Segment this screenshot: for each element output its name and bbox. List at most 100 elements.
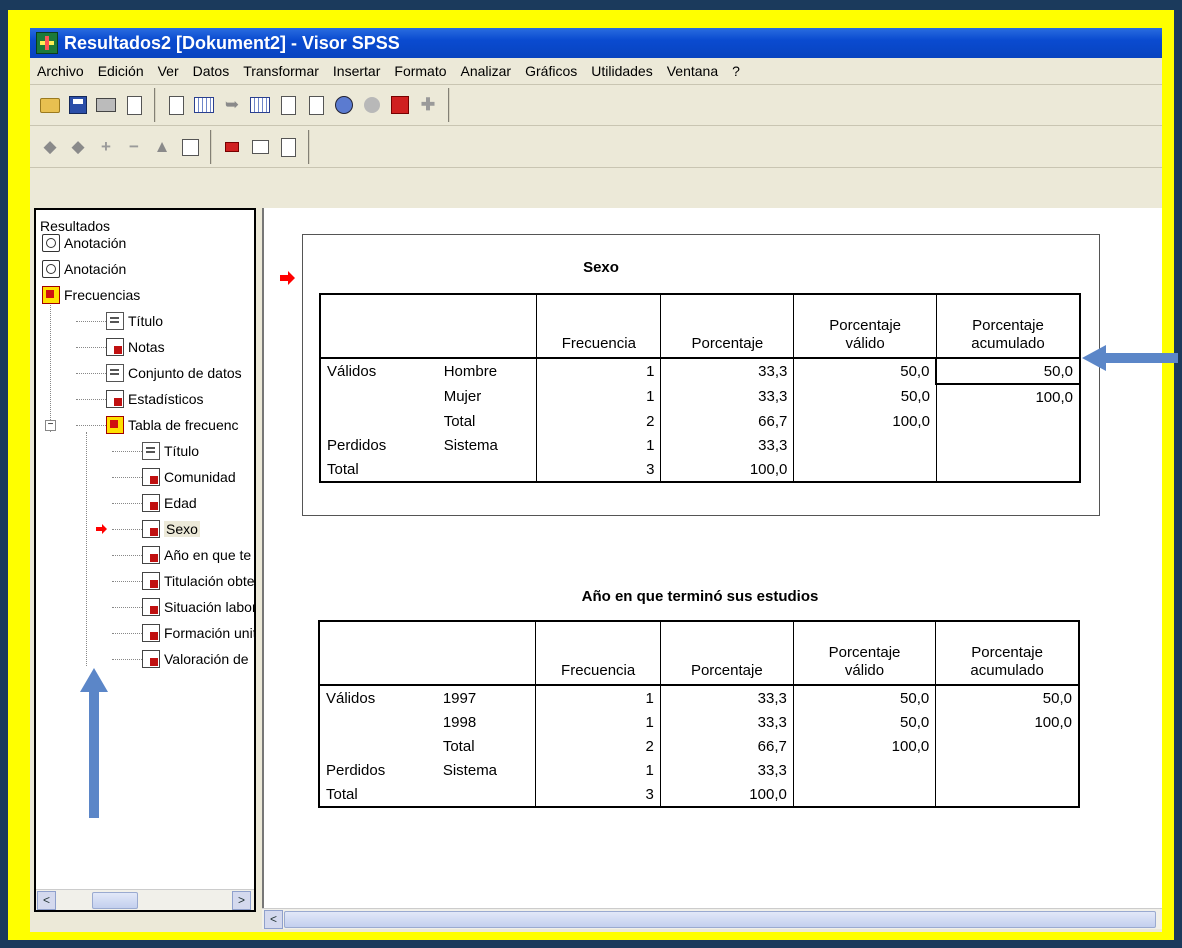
main-toolbar: ➥ ✚	[30, 85, 1162, 126]
column-header-text: acumulado	[970, 662, 1044, 679]
table-icon	[142, 572, 160, 590]
content-horizontal-scrollbar[interactable]: <	[262, 908, 1162, 929]
insert-title-icon[interactable]	[249, 136, 271, 158]
outline-item[interactable]: Conjunto de datos	[106, 362, 242, 384]
print-preview-icon[interactable]	[123, 94, 145, 116]
cell-acumulado	[936, 409, 1081, 433]
outline-item[interactable]: Notas	[106, 336, 165, 358]
cell-porcentaje: 100,0	[660, 782, 794, 808]
collapse-icon[interactable]: −	[123, 136, 145, 158]
print-icon[interactable]	[95, 94, 117, 116]
collapse-toggle[interactable]: −	[45, 420, 56, 431]
scroll-thumb[interactable]	[92, 892, 138, 909]
cell-porcentaje: 66,7	[660, 409, 795, 433]
annotation-icon	[42, 234, 60, 252]
scroll-right-button[interactable]: >	[232, 891, 251, 910]
outline-item[interactable]: Situación labor	[142, 596, 254, 618]
menu-utilidades[interactable]: Utilidades	[584, 63, 659, 79]
menu-insertar[interactable]: Insertar	[326, 63, 387, 79]
outline-item[interactable]: Título	[106, 310, 163, 332]
designate-window-icon[interactable]	[333, 94, 355, 116]
table-icon	[142, 624, 160, 642]
cell-label	[437, 457, 538, 483]
insert-text-icon[interactable]	[221, 136, 243, 158]
cell-acumulado: 100,0	[936, 384, 1081, 409]
anio-pivot-table[interactable]: Frecuencia Porcentaje Porcentaje válido Porc…	[318, 620, 1081, 808]
forward-icon[interactable]: ◆	[67, 136, 89, 158]
cell-porcentaje: 66,7	[660, 734, 794, 758]
sexo-pivot-table[interactable]: Frecuencia Porcentaje Porcentaje válido Porc…	[319, 293, 1081, 483]
menu-transformar[interactable]: Transformar	[236, 63, 326, 79]
sexo-table-box[interactable]: Sexo Frecuencia Porcentaje Porcentaje válid…	[302, 234, 1100, 516]
back-icon[interactable]: ◆	[39, 136, 61, 158]
outline-item[interactable]: Año en que te	[142, 544, 251, 566]
outline-item[interactable]: Comunidad	[142, 466, 236, 488]
cell-group	[319, 384, 438, 409]
outline-item[interactable]: Anotación	[42, 232, 126, 254]
cell-group	[318, 734, 437, 758]
outline-item-label: Anotación	[64, 235, 127, 251]
outline-item[interactable]: Tabla de frecuenc	[106, 414, 239, 436]
cell-group: Perdidos	[319, 433, 438, 457]
expand-icon[interactable]: +	[95, 136, 117, 158]
outline-pane[interactable]: Resultados − Anotación Anotación Frecuenci…	[34, 208, 256, 912]
menu-formato[interactable]: Formato	[387, 63, 453, 79]
menu-ver[interactable]: Ver	[151, 63, 186, 79]
outline-item[interactable]: Valoración de	[142, 648, 249, 670]
outline-item-label: Formación unit	[164, 625, 256, 641]
data-editor-icon[interactable]	[249, 94, 271, 116]
outline-item[interactable]: Edad	[142, 492, 197, 514]
column-header-text: válido	[845, 335, 885, 352]
outline-horizontal-scrollbar[interactable]: < >	[36, 889, 254, 910]
menu-help[interactable]: ?	[725, 63, 747, 79]
menu-archivo[interactable]: Archivo	[30, 63, 91, 79]
cell-acumulado: 50,0	[935, 357, 1081, 385]
window-title: Resultados2 [Dokument2] - Visor SPSS	[64, 32, 400, 53]
table-row: Total 2 66,7 100,0	[318, 734, 1081, 758]
insert-heading-icon[interactable]	[389, 94, 411, 116]
insert-output-icon[interactable]	[277, 136, 299, 158]
cell-porcentaje: 100,0	[660, 457, 795, 483]
outline-item[interactable]: Estadísticos	[106, 388, 203, 410]
menu-edicion[interactable]: Edición	[91, 63, 151, 79]
promote-icon[interactable]: ▲	[151, 136, 173, 158]
cell-porcentaje: 33,3	[660, 384, 795, 409]
title-bar[interactable]: Resultados2 [Dokument2] - Visor SPSS	[30, 28, 1162, 58]
box-icon[interactable]	[179, 136, 201, 158]
outline-item[interactable]: Formación unit	[142, 622, 256, 644]
cell-porcentaje: 33,3	[660, 710, 794, 734]
current-item-arrow-icon	[280, 270, 296, 291]
outline-item-label: Año en que te	[164, 547, 252, 563]
menu-graficos[interactable]: Gráficos	[518, 63, 584, 79]
undo-icon[interactable]: ➥	[221, 94, 243, 116]
open-folder-icon[interactable]	[39, 94, 61, 116]
content-scroll-left-button[interactable]: <	[264, 910, 283, 929]
menu-datos[interactable]: Datos	[186, 63, 237, 79]
insert-table-icon[interactable]	[193, 94, 215, 116]
cell-label: Hombre	[437, 358, 538, 384]
outline-item[interactable]: Título	[142, 440, 199, 462]
cell-frecuencia: 3	[536, 457, 662, 483]
plus-icon[interactable]: ✚	[417, 94, 439, 116]
notes-icon	[106, 338, 124, 356]
export-icon[interactable]	[165, 94, 187, 116]
outline-item[interactable]: Titulación obte	[142, 570, 254, 592]
gray-circle-icon[interactable]	[361, 94, 383, 116]
cell-frecuencia: 2	[535, 734, 661, 758]
menu-ventana[interactable]: Ventana	[660, 63, 725, 79]
menu-analizar[interactable]: Analizar	[454, 63, 519, 79]
outline-item[interactable]: Sexo	[142, 518, 200, 540]
save-icon[interactable]	[67, 94, 89, 116]
cell-frecuencia: 1	[536, 384, 662, 409]
outline-item[interactable]: Anotación	[42, 258, 126, 280]
outline-item[interactable]: Frecuencias	[42, 284, 140, 306]
cell-frecuencia: 1	[535, 710, 661, 734]
help-cursor-icon[interactable]	[305, 94, 327, 116]
scroll-left-button[interactable]: <	[37, 891, 56, 910]
content-pane[interactable]: Sexo Frecuencia Porcentaje Porcentaje válid…	[262, 208, 1162, 908]
content-scroll-thumb[interactable]	[284, 911, 1156, 928]
cell-label: Sistema	[436, 758, 537, 782]
go-to-case-icon[interactable]	[277, 94, 299, 116]
cell-valido: 100,0	[793, 409, 937, 433]
cell-group: Válidos	[318, 685, 437, 710]
